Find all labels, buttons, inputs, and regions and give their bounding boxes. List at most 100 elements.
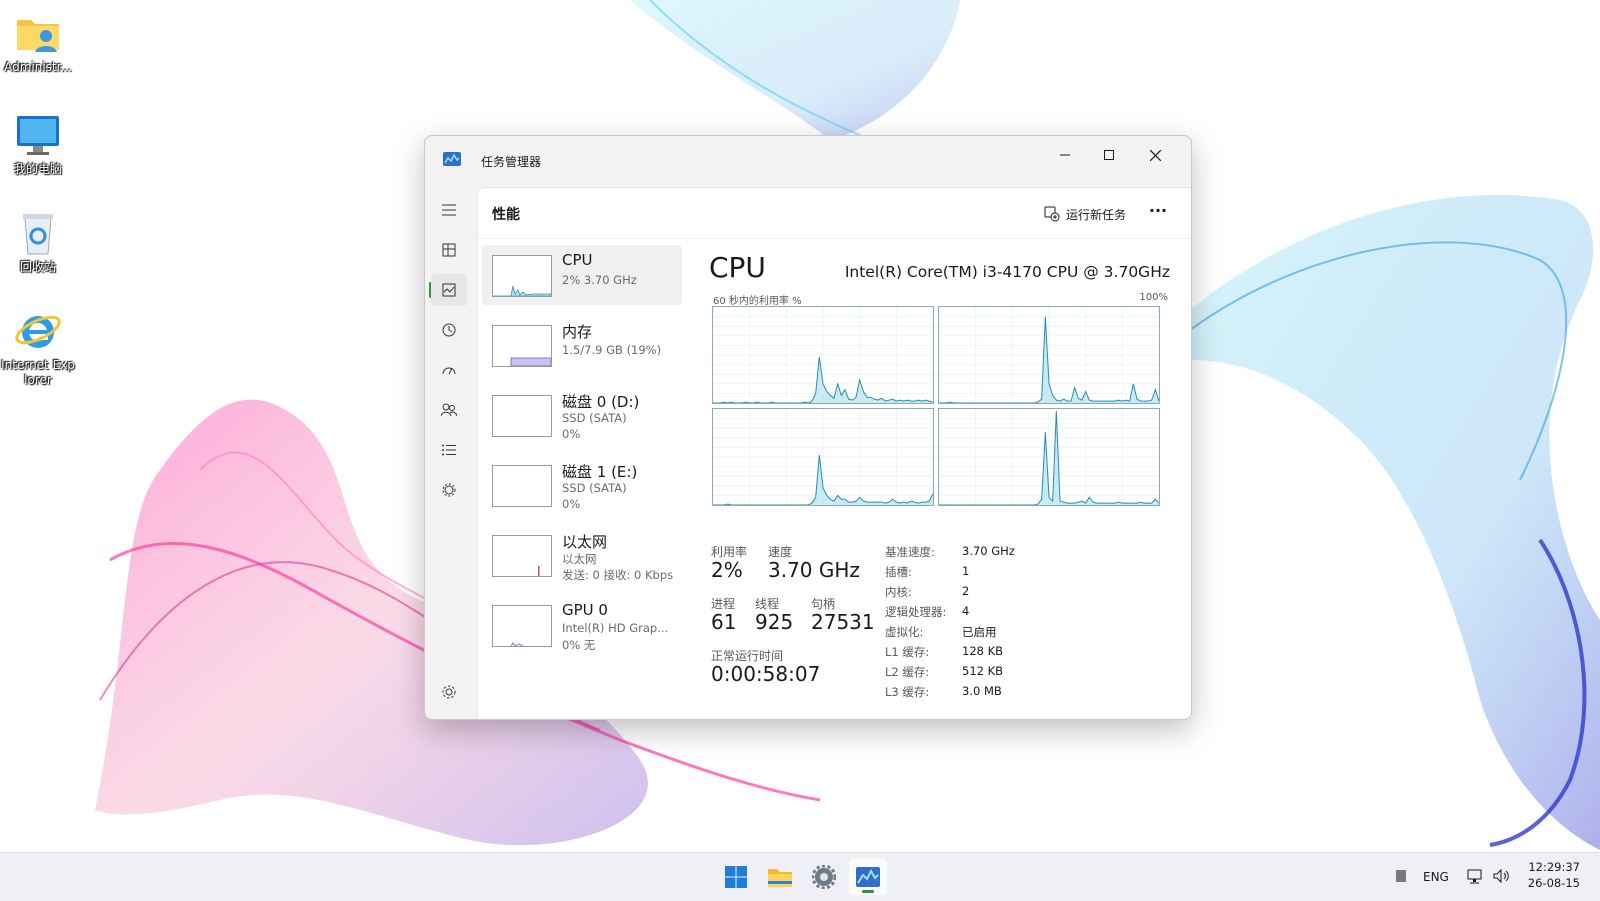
start-button[interactable] [717,859,755,895]
desktop-icon-label: 我的电脑 [13,162,62,176]
spec-l3-cache-value: 3.0 MB [962,684,1002,698]
desktop-icon-my-computer[interactable]: 我的电脑 [0,112,76,177]
spec-cores-label: 内核: [885,585,912,599]
maximize-button[interactable] [1087,140,1131,170]
network-icon[interactable] [1467,869,1483,884]
file-explorer-button[interactable] [761,859,799,895]
desktop-icon-recycle-bin[interactable]: 回收站 [0,210,76,275]
device-thumbnail [492,255,552,297]
computer-monitor-icon [17,116,59,155]
page-title: 性能 [492,207,520,223]
spec-virtualization-label: 虚拟化: [885,625,924,639]
processes-icon [442,243,456,257]
threads-value: 925 [755,610,794,634]
run-new-task-label: 运行新任务 [1066,207,1127,222]
device-usage: 发送: 0 接收: 0 Kbps [562,568,674,582]
page-header: 性能 运行新任务 ··· [478,188,1191,239]
device-detail: 以太网 [562,552,597,566]
nav-settings[interactable] [431,676,467,708]
start-icon [725,866,747,888]
device-list: CPU 2% 3.70 GHz 内存 1.5/7.9 GB (19%) 磁盘 0… [482,245,682,665]
device-item-memory[interactable]: 内存 1.5/7.9 GB (19%) [482,315,682,375]
device-name: GPU 0 [562,601,608,619]
details-icon [442,444,456,456]
clock-time: 12:29:37 [1528,860,1580,874]
settings-icon [442,685,456,699]
active-app-indicator [862,890,874,893]
nav-details[interactable] [431,434,467,466]
gpu-mini-graph [510,642,524,646]
nav-startup[interactable] [431,354,467,386]
maximize-icon [1104,150,1114,160]
device-thumbnail [492,395,552,437]
utilization-value: 2% [711,558,743,582]
device-usage: 0% 无 [562,638,596,652]
app-history-icon [442,323,456,337]
device-name: 内存 [562,323,593,341]
nav-performance[interactable] [431,274,467,306]
file-explorer-icon [768,869,792,887]
spec-base-speed-value: 3.70 GHz [962,544,1015,558]
desktop-icon-administrator[interactable]: Administr... [0,10,76,75]
close-button[interactable] [1133,140,1177,170]
nav-processes[interactable] [431,234,467,266]
spec-cores-value: 2 [962,584,970,598]
device-item-cpu[interactable]: CPU 2% 3.70 GHz [482,245,682,305]
device-item-disk-1[interactable]: 磁盘 1 (E:) SSD (SATA) 0% [482,455,682,515]
device-detail: Intel(R) HD Grap... [562,621,669,635]
notification-tray-icon[interactable] [1395,870,1407,882]
menu-button[interactable] [431,194,467,226]
spec-sockets-value: 1 [962,564,970,578]
device-thumbnail [492,605,552,647]
spec-l2-cache-label: L2 缓存: [885,665,930,679]
minimize-button[interactable] [1043,140,1087,170]
title-bar[interactable]: 任务管理器 [425,136,1191,186]
desktop-icon-label: 回收站 [19,260,56,274]
recycle-bin-icon [23,214,53,255]
device-item-disk-0[interactable]: 磁盘 0 (D:) SSD (SATA) 0% [482,385,682,445]
system-clock[interactable]: 12:29:37 26-08-15 [1524,859,1580,891]
services-icon [442,483,456,497]
internet-explorer-icon [15,315,61,348]
memory-mini-graph [510,357,551,366]
settings-taskbar-button[interactable] [805,859,843,895]
spec-logical-processors-value: 4 [962,604,970,618]
core-graph-2 [712,408,934,506]
uptime-value: 0:00:58:07 [711,662,821,686]
settings-gear-icon [812,865,836,889]
device-usage: 0% [562,427,581,441]
clock-date: 26-08-15 [1527,876,1580,890]
ethernet-mini-graph [538,566,540,576]
nav-users[interactable] [431,394,467,426]
input-language-indicator[interactable]: ENG [1423,870,1449,884]
device-item-gpu-0[interactable]: GPU 0 Intel(R) HD Grap... 0% 无 [482,595,682,655]
speed-value: 3.70 GHz [768,558,860,582]
desktop-icon-internet-explorer[interactable]: Internet Explorer [0,308,76,388]
spec-virtualization-value: 已启用 [962,625,997,639]
window-title: 任务管理器 [481,155,542,169]
device-detail: 2% 3.70 GHz [562,273,637,287]
graph-caption: 60 秒内的利用率 % [713,296,802,307]
device-usage: 0% [562,497,581,511]
device-item-ethernet[interactable]: 以太网 以太网 发送: 0 接收: 0 Kbps [482,525,682,585]
desktop-icon-label: Internet Explorer [1,358,75,387]
desktop-icon-label: Administr... [4,60,72,74]
processes-value: 61 [711,610,737,634]
volume-icon[interactable] [1493,869,1510,883]
spec-base-speed-label: 基准速度: [885,545,935,559]
taskbar: ENG 12:29:37 26-08-15 [0,852,1600,901]
run-task-icon [1044,206,1060,222]
device-detail: SSD (SATA) [562,481,627,495]
nav-services[interactable] [431,474,467,506]
run-new-task-button[interactable]: 运行新任务 [1044,202,1126,226]
graph-max-label: 100% [1139,292,1168,303]
performance-page: 性能 运行新任务 ··· CPU 2% 3.70 GHz 内存 1.5/7.9 … [477,187,1191,719]
device-name: CPU [562,251,593,269]
task-manager-taskbar-button[interactable] [849,859,887,895]
close-icon [1149,149,1161,161]
device-name: 磁盘 0 (D:) [562,393,640,411]
nav-app-history[interactable] [431,314,467,346]
more-options-button[interactable]: ··· [1144,200,1172,228]
device-detail: 1.5/7.9 GB (19%) [562,343,662,357]
spec-logical-processors-label: 逻辑处理器: [885,605,947,619]
